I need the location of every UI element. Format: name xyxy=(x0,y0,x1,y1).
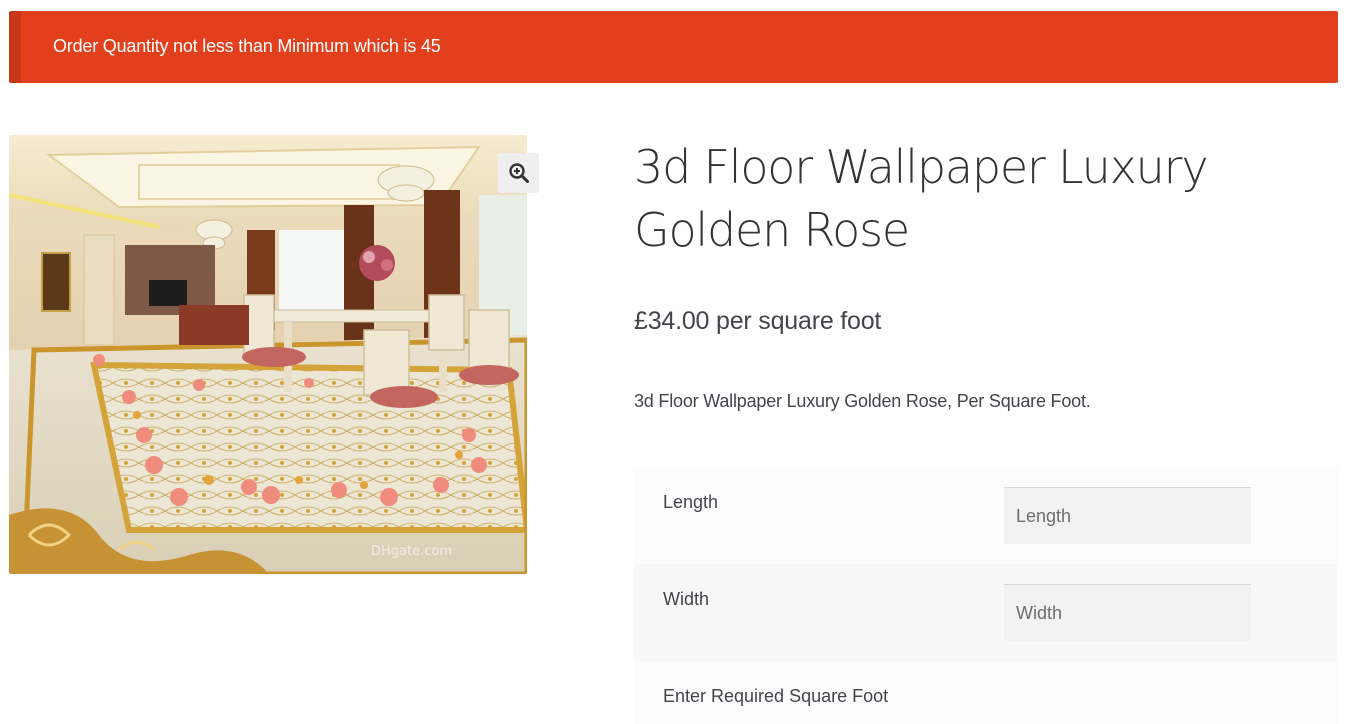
product-price: £34.00 per square foot xyxy=(634,307,882,335)
product-short-description: 3d Floor Wallpaper Luxury Golden Rose, P… xyxy=(634,391,1091,411)
square-foot-row: Enter Required Square Foot xyxy=(634,661,1338,724)
product-variations-table: Length Width Enter Required Square Foot xyxy=(634,467,1338,724)
length-label: Length xyxy=(663,492,719,512)
error-notice-message: Order Quantity not less than Minimum whi… xyxy=(53,36,441,56)
product-title: 3d Floor Wallpaper Luxury Golden Rose xyxy=(634,140,1209,257)
magnifier-plus-icon xyxy=(508,163,529,183)
image-watermark: DHgate.com xyxy=(371,544,452,559)
width-label: Width xyxy=(663,589,710,609)
width-input[interactable] xyxy=(1004,584,1251,641)
length-input[interactable] xyxy=(1004,487,1251,544)
length-row: Length xyxy=(634,467,1338,564)
width-row: Width xyxy=(634,564,1338,661)
error-notice: Order Quantity not less than Minimum whi… xyxy=(9,11,1338,83)
product-page: Order Quantity not less than Minimum whi… xyxy=(0,0,1355,724)
gallery-zoom-button[interactable] xyxy=(498,153,539,193)
square-foot-label: Enter Required Square Foot xyxy=(663,686,889,706)
room-floor-photo: DHgate.com xyxy=(9,135,527,574)
product-gallery-image[interactable]: DHgate.com xyxy=(9,135,527,574)
